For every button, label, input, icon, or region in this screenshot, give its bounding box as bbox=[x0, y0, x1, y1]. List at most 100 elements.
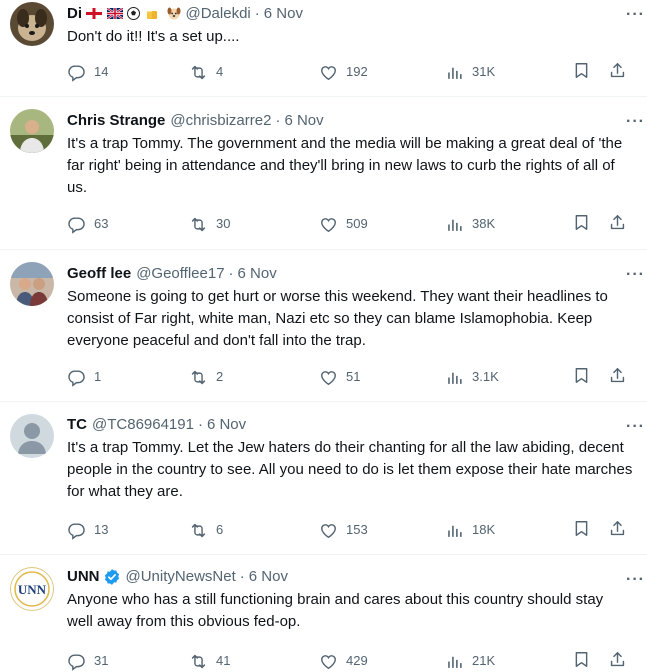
share-button[interactable] bbox=[608, 213, 627, 232]
heart-icon bbox=[319, 521, 338, 540]
like-count: 429 bbox=[346, 653, 368, 668]
handle[interactable]: @TC86964191 bbox=[92, 415, 194, 435]
like-button[interactable]: 509 bbox=[319, 213, 368, 235]
retweet-button[interactable]: 6 bbox=[189, 519, 223, 541]
share-icon bbox=[608, 213, 627, 232]
view-count: 18K bbox=[472, 522, 496, 537]
share-button[interactable] bbox=[608, 61, 627, 80]
avatar[interactable]: UNN bbox=[10, 567, 54, 611]
tweet-header: Di @Dalekdi · 6 Nov bbox=[67, 4, 633, 24]
display-name[interactable]: Geoff lee bbox=[67, 264, 131, 284]
timestamp[interactable]: 6 Nov bbox=[264, 4, 303, 24]
tweet-actions: 14 4 192 31K bbox=[67, 61, 633, 83]
heart-icon bbox=[319, 215, 338, 234]
handle[interactable]: @Geofflee17 bbox=[136, 264, 224, 284]
like-button[interactable]: 192 bbox=[319, 61, 368, 83]
tweet-header: Geoff lee @Geofflee17 · 6 Nov bbox=[67, 264, 633, 284]
verified-badge-icon[interactable] bbox=[103, 568, 121, 586]
tweet[interactable]: Di @Dalekdi · 6 Nov Don't do it!! It's a… bbox=[0, 0, 647, 97]
views-button[interactable]: 18K bbox=[445, 519, 495, 541]
tweet-header: UNN @UnityNewsNet · 6 Nov bbox=[67, 567, 633, 587]
retweet-button[interactable]: 41 bbox=[189, 650, 230, 672]
heart-icon bbox=[319, 652, 338, 671]
timestamp[interactable]: 6 Nov bbox=[207, 415, 246, 435]
reply-button[interactable]: 14 bbox=[67, 61, 108, 83]
like-count: 192 bbox=[346, 64, 368, 79]
retweet-button[interactable]: 2 bbox=[189, 366, 223, 388]
tweet-header: TC @TC86964191 · 6 Nov bbox=[67, 415, 633, 435]
reply-button[interactable]: 31 bbox=[67, 650, 108, 672]
heart-icon bbox=[319, 63, 338, 82]
handle[interactable]: @Dalekdi bbox=[186, 4, 251, 24]
timestamp[interactable]: 6 Nov bbox=[284, 111, 323, 131]
retweet-icon bbox=[189, 368, 208, 387]
timestamp[interactable]: 6 Nov bbox=[249, 567, 288, 587]
reply-button[interactable]: 63 bbox=[67, 213, 108, 235]
reply-button[interactable]: 13 bbox=[67, 519, 108, 541]
display-name[interactable]: Chris Strange bbox=[67, 111, 165, 131]
avatar[interactable] bbox=[10, 2, 54, 46]
views-icon bbox=[445, 368, 464, 387]
reply-button[interactable]: 1 bbox=[67, 366, 101, 388]
views-icon bbox=[445, 652, 464, 671]
retweet-count: 30 bbox=[216, 216, 231, 231]
share-icon bbox=[608, 519, 627, 538]
like-button[interactable]: 51 bbox=[319, 366, 360, 388]
avatar[interactable] bbox=[10, 262, 54, 306]
tweet[interactable]: TC @TC86964191 · 6 Nov It's a trap Tommy… bbox=[0, 402, 647, 555]
tweet-actions: 13 6 153 18K bbox=[67, 519, 633, 541]
bookmark-icon bbox=[572, 366, 591, 385]
share-button[interactable] bbox=[608, 366, 627, 385]
views-icon bbox=[445, 521, 464, 540]
retweet-button[interactable]: 4 bbox=[189, 61, 223, 83]
share-button[interactable] bbox=[608, 519, 627, 538]
heart-icon bbox=[319, 368, 338, 387]
avatar[interactable] bbox=[10, 414, 54, 458]
reply-count: 13 bbox=[94, 522, 109, 537]
retweet-count: 4 bbox=[216, 64, 224, 79]
like-count: 51 bbox=[346, 369, 361, 384]
more-icon[interactable]: ··· bbox=[626, 572, 645, 588]
bookmark-button[interactable] bbox=[572, 366, 591, 385]
view-count: 21K bbox=[472, 653, 496, 668]
bookmark-button[interactable] bbox=[572, 519, 591, 538]
views-button[interactable]: 3.1K bbox=[445, 366, 499, 388]
more-icon[interactable]: ··· bbox=[626, 419, 645, 435]
retweet-count: 2 bbox=[216, 369, 224, 384]
more-icon[interactable]: ··· bbox=[626, 267, 645, 283]
avatar-logo-text: UNN bbox=[18, 582, 47, 597]
separator: · bbox=[239, 568, 245, 585]
display-name[interactable]: TC bbox=[67, 415, 87, 435]
reply-icon bbox=[67, 368, 86, 387]
reply-icon bbox=[67, 63, 86, 82]
tweet-text: It's a trap Tommy. The government and th… bbox=[67, 135, 623, 196]
like-button[interactable]: 429 bbox=[319, 650, 368, 672]
retweet-icon bbox=[189, 652, 208, 671]
tweet-actions: 63 30 509 38K bbox=[67, 213, 633, 235]
bookmark-button[interactable] bbox=[572, 650, 591, 669]
tweet[interactable]: UNN UNN @UnityNewsNet · 6 Nov Anyone who… bbox=[0, 555, 647, 670]
more-icon[interactable]: ··· bbox=[626, 7, 645, 23]
tweet[interactable]: Chris Strange @chrisbizarre2 · 6 Nov It'… bbox=[0, 97, 647, 250]
avatar[interactable] bbox=[10, 109, 54, 153]
bookmark-button[interactable] bbox=[572, 213, 591, 232]
handle[interactable]: @UnityNewsNet bbox=[126, 567, 236, 587]
bookmark-button[interactable] bbox=[572, 61, 591, 80]
tweet[interactable]: Geoff lee @Geofflee17 · 6 Nov Someone is… bbox=[0, 250, 647, 402]
separator: · bbox=[197, 416, 203, 433]
like-button[interactable]: 153 bbox=[319, 519, 368, 541]
more-icon[interactable]: ··· bbox=[626, 114, 645, 130]
reply-count: 14 bbox=[94, 64, 109, 79]
timestamp[interactable]: 6 Nov bbox=[238, 264, 277, 284]
reply-icon bbox=[67, 215, 86, 234]
display-name[interactable]: UNN bbox=[67, 567, 100, 587]
views-button[interactable]: 31K bbox=[445, 61, 495, 83]
handle[interactable]: @chrisbizarre2 bbox=[170, 111, 271, 131]
retweet-button[interactable]: 30 bbox=[189, 213, 230, 235]
tweet-actions: 1 2 51 3.1K bbox=[67, 366, 633, 388]
views-button[interactable]: 21K bbox=[445, 650, 495, 672]
display-name[interactable]: Di bbox=[67, 4, 82, 24]
views-button[interactable]: 38K bbox=[445, 213, 495, 235]
reply-icon bbox=[67, 652, 86, 671]
share-button[interactable] bbox=[608, 650, 627, 669]
